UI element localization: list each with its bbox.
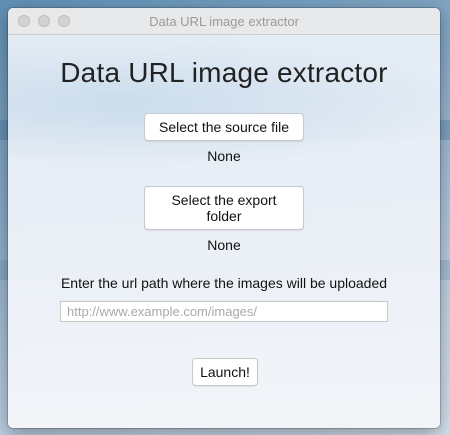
url-path-input[interactable] xyxy=(60,301,388,322)
app-window: Data URL image extractor Data URL image … xyxy=(8,8,440,428)
minimize-window-button[interactable] xyxy=(38,15,50,27)
export-folder-status: None xyxy=(207,237,241,253)
title-bar: Data URL image extractor xyxy=(8,8,440,35)
url-path-label: Enter the url path where the images will… xyxy=(60,275,388,291)
window-title: Data URL image extractor xyxy=(149,13,299,29)
launch-button[interactable]: Launch! xyxy=(192,358,258,386)
zoom-window-button[interactable] xyxy=(58,15,70,27)
select-export-folder-button[interactable]: Select the export folder xyxy=(144,186,304,230)
window-controls xyxy=(18,15,70,27)
page-title: Data URL image extractor xyxy=(60,57,388,88)
main-content: Data URL image extractor Select the sour… xyxy=(8,35,440,322)
select-source-file-button[interactable]: Select the source file xyxy=(144,113,304,141)
close-window-button[interactable] xyxy=(18,15,30,27)
source-file-status: None xyxy=(207,148,241,164)
